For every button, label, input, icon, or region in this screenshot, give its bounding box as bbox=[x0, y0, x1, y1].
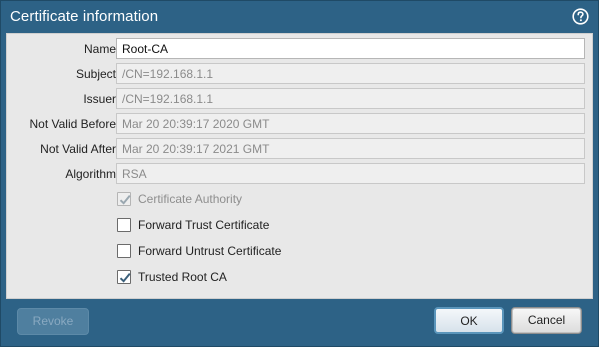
trusted-root-ca-checkbox[interactable] bbox=[117, 270, 131, 284]
not-valid-before-field: Mar 20 20:39:17 2020 GMT bbox=[116, 113, 585, 134]
dialog-titlebar[interactable]: Certificate information bbox=[1, 1, 598, 33]
trusted-root-ca-label[interactable]: Trusted Root CA bbox=[138, 270, 227, 284]
check-icon bbox=[119, 272, 131, 283]
name-label: Name bbox=[83, 42, 116, 56]
field-row-not-valid-before: Not Valid Before Mar 20 20:39:17 2020 GM… bbox=[7, 113, 592, 135]
not-valid-after-label: Not Valid After bbox=[40, 142, 116, 156]
algorithm-label: Algorithm bbox=[65, 167, 116, 181]
field-row-not-valid-after: Not Valid After Mar 20 20:39:17 2021 GMT bbox=[7, 138, 592, 160]
certificate-authority-checkbox bbox=[117, 192, 131, 206]
subject-field: /CN=192.168.1.1 bbox=[116, 63, 585, 84]
not-valid-before-label: Not Valid Before bbox=[29, 117, 117, 131]
algorithm-field: RSA bbox=[116, 163, 585, 184]
certificate-dialog: Certificate information Name Root-CA Sub… bbox=[0, 0, 599, 347]
forward-untrust-checkbox[interactable] bbox=[117, 244, 131, 258]
forward-untrust-label[interactable]: Forward Untrust Certificate bbox=[138, 244, 281, 258]
name-input[interactable]: Root-CA bbox=[116, 38, 585, 59]
certificate-authority-label: Certificate Authority bbox=[138, 192, 243, 206]
dialog-title: Certificate information bbox=[10, 8, 159, 25]
not-valid-after-field: Mar 20 20:39:17 2021 GMT bbox=[116, 138, 585, 159]
issuer-field: /CN=192.168.1.1 bbox=[116, 88, 585, 109]
forward-trust-checkbox[interactable] bbox=[117, 218, 131, 232]
subject-label: Subject bbox=[75, 67, 116, 81]
cancel-button[interactable]: Cancel bbox=[511, 307, 582, 334]
revoke-button[interactable]: Revoke bbox=[17, 308, 89, 335]
issuer-label: Issuer bbox=[83, 92, 116, 106]
field-row-subject: Subject /CN=192.168.1.1 bbox=[7, 63, 592, 85]
dialog-content-panel: Name Root-CA Subject /CN=192.168.1.1 Iss… bbox=[6, 33, 593, 299]
forward-trust-label[interactable]: Forward Trust Certificate bbox=[138, 218, 269, 232]
check-icon bbox=[119, 194, 131, 205]
field-row-issuer: Issuer /CN=192.168.1.1 bbox=[7, 88, 592, 110]
field-row-name: Name Root-CA bbox=[7, 38, 592, 60]
field-row-algorithm: Algorithm RSA bbox=[7, 163, 592, 185]
ok-button[interactable]: OK bbox=[434, 307, 504, 334]
help-circle-icon[interactable] bbox=[572, 8, 589, 25]
